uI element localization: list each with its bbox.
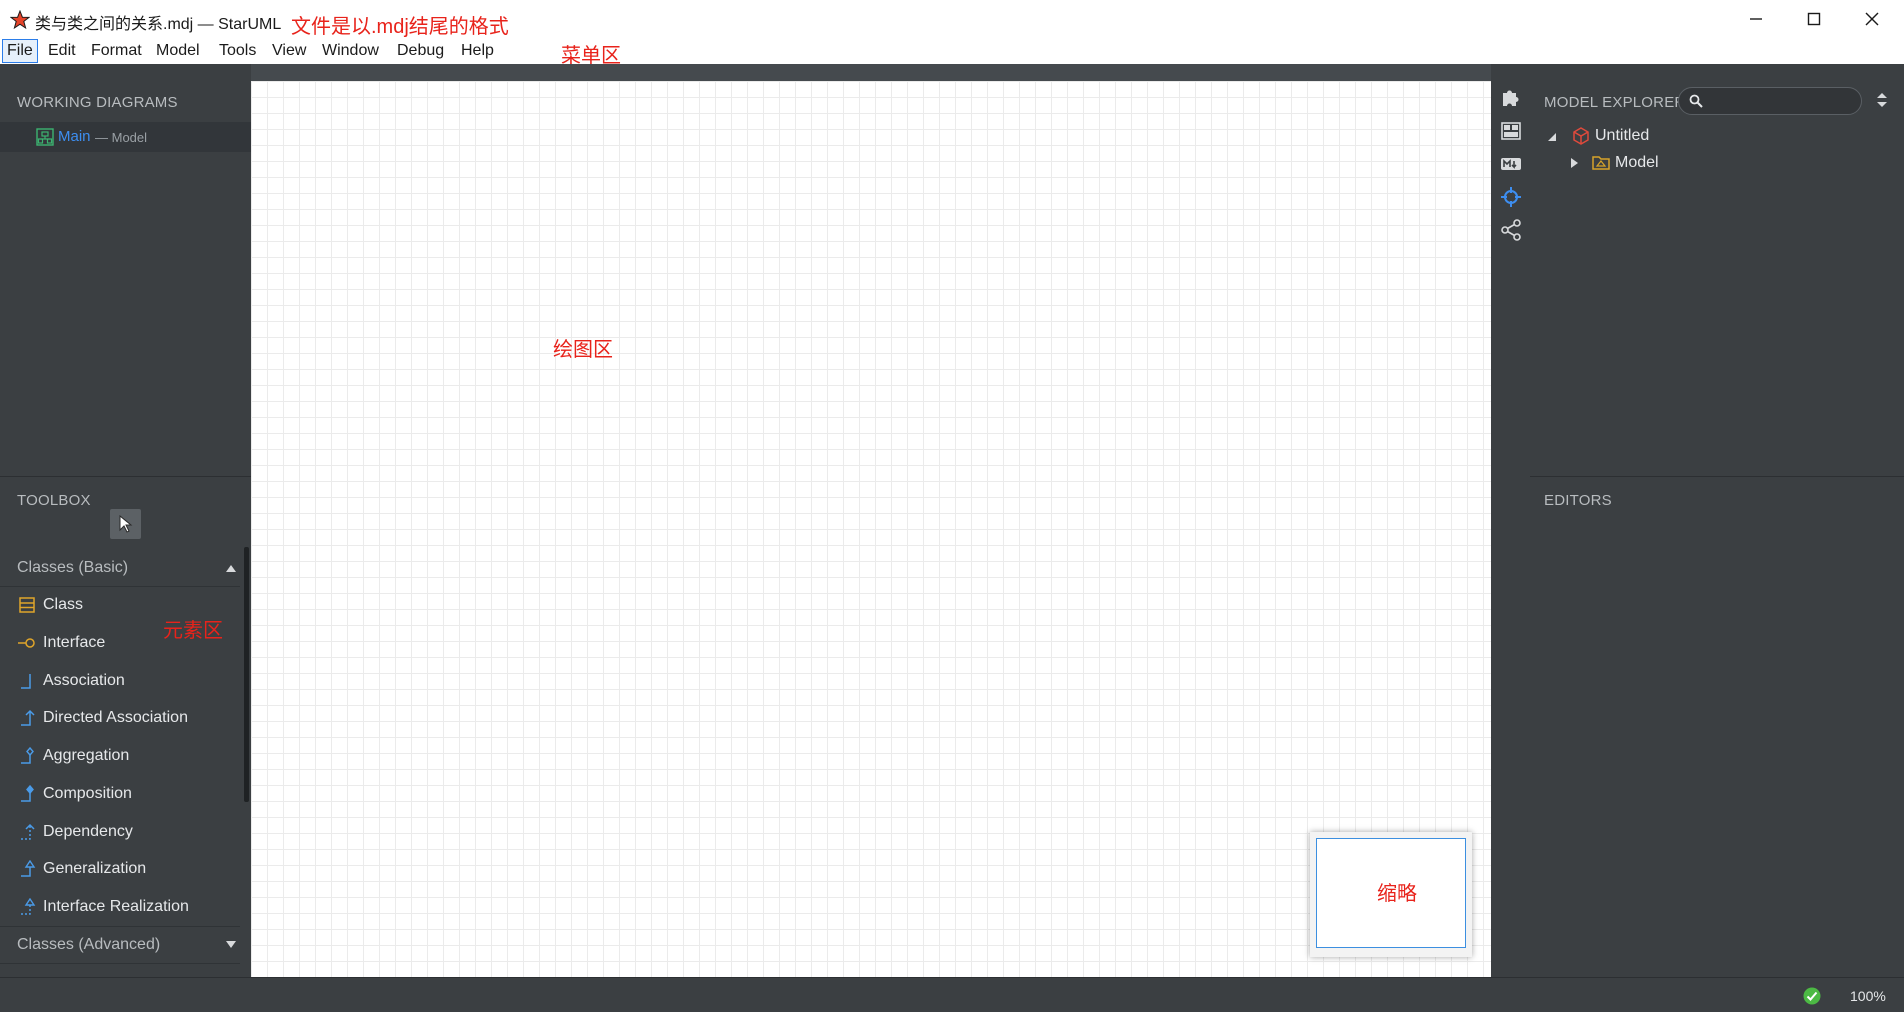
maximize-button[interactable] bbox=[1785, 0, 1843, 38]
class-diagram-icon bbox=[36, 128, 54, 146]
toolbox-item-label: Directed Association bbox=[43, 709, 188, 726]
toolbox-group-classes-advanced[interactable]: Classes (Advanced) bbox=[0, 926, 240, 964]
menu-debug[interactable]: Debug bbox=[393, 39, 448, 63]
toolbox-title: TOOLBOX bbox=[17, 492, 91, 509]
working-diagrams-panel: WORKING DIAGRAMS Main — Model bbox=[0, 64, 251, 477]
composition-icon bbox=[21, 785, 34, 802]
annotation-drawing-area: 绘图区 bbox=[553, 339, 613, 361]
menu-window[interactable]: Window bbox=[318, 39, 383, 63]
class-icon bbox=[19, 597, 35, 613]
annotation-file-format: 文件是以.mdj结尾的格式 bbox=[291, 16, 509, 38]
staruml-logo-icon bbox=[10, 10, 30, 30]
menu-tools[interactable]: Tools bbox=[215, 39, 260, 63]
editors-title: EDITORS bbox=[1544, 492, 1612, 509]
toolbox-item-label: Dependency bbox=[43, 823, 133, 840]
toolbox-item-directed-association[interactable]: Directed Association bbox=[0, 700, 240, 736]
working-diagram-name: Main bbox=[58, 128, 91, 145]
minimap-viewport[interactable]: 缩略 bbox=[1316, 838, 1466, 948]
menu-bar: File Edit Format Model Tools View Window… bbox=[0, 38, 1904, 67]
extensions-puzzle-icon[interactable] bbox=[1500, 86, 1522, 108]
close-button[interactable] bbox=[1843, 0, 1901, 38]
close-icon bbox=[1865, 12, 1879, 26]
side-icon-strip bbox=[1491, 64, 1530, 977]
project-icon bbox=[1573, 127, 1589, 145]
collapse-up-icon bbox=[226, 565, 236, 572]
toolbox-item-label: Composition bbox=[43, 785, 132, 802]
menu-file[interactable]: File bbox=[2, 39, 38, 63]
search-icon bbox=[1689, 94, 1703, 108]
toolbox-item-dependency[interactable]: Dependency bbox=[0, 814, 240, 850]
annotation-menu-area: 菜单区 bbox=[561, 45, 621, 67]
toolbox-item-label: Aggregation bbox=[43, 747, 130, 764]
diagram-canvas[interactable]: 绘图区 bbox=[251, 81, 1491, 977]
title-bar: 类与类之间的关系.mdj — StarUML 文件是以.mdj结尾的格式 bbox=[0, 0, 1904, 38]
toolbox-item-association[interactable]: Association bbox=[0, 663, 240, 699]
interface-icon bbox=[18, 638, 35, 648]
select-tool-button[interactable] bbox=[110, 509, 141, 539]
toolbox-item-generalization[interactable]: Generalization bbox=[0, 851, 240, 887]
editors-panel: EDITORS bbox=[1530, 477, 1904, 977]
dependency-icon bbox=[21, 823, 35, 840]
toolbox-panel: TOOLBOX Classes (Basic) Class Interface … bbox=[0, 477, 251, 977]
layout-panels-icon[interactable] bbox=[1500, 120, 1522, 142]
tree-item-label: Untitled bbox=[1595, 127, 1650, 144]
share-icon[interactable] bbox=[1500, 219, 1522, 241]
toolbox-item-label: Interface bbox=[43, 634, 106, 651]
tree-collapsed-icon[interactable] bbox=[1571, 158, 1578, 168]
model-explorer-title: MODEL EXPLORER bbox=[1544, 94, 1686, 111]
minimize-icon bbox=[1750, 18, 1762, 20]
model-search-input[interactable] bbox=[1678, 87, 1862, 115]
crosshair-target-icon[interactable] bbox=[1500, 186, 1522, 208]
working-diagrams-title: WORKING DIAGRAMS bbox=[17, 94, 178, 111]
menu-view[interactable]: View bbox=[268, 39, 310, 63]
toolbox-item-label: Association bbox=[43, 672, 125, 689]
markdown-icon[interactable] bbox=[1500, 153, 1522, 175]
status-bar: 100% bbox=[0, 977, 1904, 1012]
generalization-icon bbox=[21, 860, 36, 877]
pointer-icon bbox=[119, 515, 133, 533]
toolbox-item-aggregation[interactable]: Aggregation bbox=[0, 738, 240, 774]
association-icon bbox=[21, 674, 31, 689]
sort-arrows-icon[interactable] bbox=[1876, 92, 1888, 108]
toolbox-item-label: Interface Realization bbox=[43, 898, 189, 915]
tree-item-label: Model bbox=[1615, 154, 1659, 171]
annotation-element-area: 元素区 bbox=[163, 620, 223, 642]
maximize-icon bbox=[1807, 12, 1821, 26]
validation-ok-icon[interactable] bbox=[1803, 987, 1821, 1005]
interface-realization-icon bbox=[21, 898, 36, 915]
minimap[interactable]: 缩略 bbox=[1310, 832, 1472, 957]
toolbox-item-composition[interactable]: Composition bbox=[0, 776, 240, 812]
menu-format[interactable]: Format bbox=[87, 39, 146, 63]
toolbox-group-label: Classes (Advanced) bbox=[17, 936, 161, 953]
window-title: 类与类之间的关系.mdj — StarUML bbox=[35, 16, 282, 33]
aggregation-icon bbox=[21, 747, 34, 764]
menu-model[interactable]: Model bbox=[152, 39, 204, 63]
toolbox-item-interface-realization[interactable]: Interface Realization bbox=[0, 889, 240, 925]
working-diagram-context: — Model bbox=[95, 130, 148, 145]
tree-expanded-icon[interactable] bbox=[1548, 133, 1557, 141]
expand-down-icon bbox=[226, 941, 236, 948]
annotation-thumbnail: 缩略 bbox=[1377, 883, 1417, 905]
toolbox-group-label: Classes (Basic) bbox=[17, 559, 129, 576]
toolbox-scrollbar[interactable] bbox=[244, 547, 249, 802]
toolbox-group-classes-basic[interactable]: Classes (Basic) bbox=[0, 550, 240, 587]
tree-item-untitled[interactable]: Untitled bbox=[1530, 124, 1904, 148]
toolbox-item-label: Class bbox=[43, 596, 84, 613]
directed-association-icon bbox=[21, 709, 35, 726]
menu-edit[interactable]: Edit bbox=[44, 39, 80, 63]
model-icon bbox=[1592, 156, 1610, 170]
zoom-level[interactable]: 100% bbox=[1850, 988, 1886, 1004]
tree-item-model[interactable]: Model bbox=[1530, 151, 1904, 175]
menu-help[interactable]: Help bbox=[457, 39, 498, 63]
working-diagram-item-main[interactable]: Main — Model bbox=[0, 122, 251, 152]
toolbox-item-label: Generalization bbox=[43, 860, 147, 877]
minimize-button[interactable] bbox=[1727, 0, 1785, 38]
